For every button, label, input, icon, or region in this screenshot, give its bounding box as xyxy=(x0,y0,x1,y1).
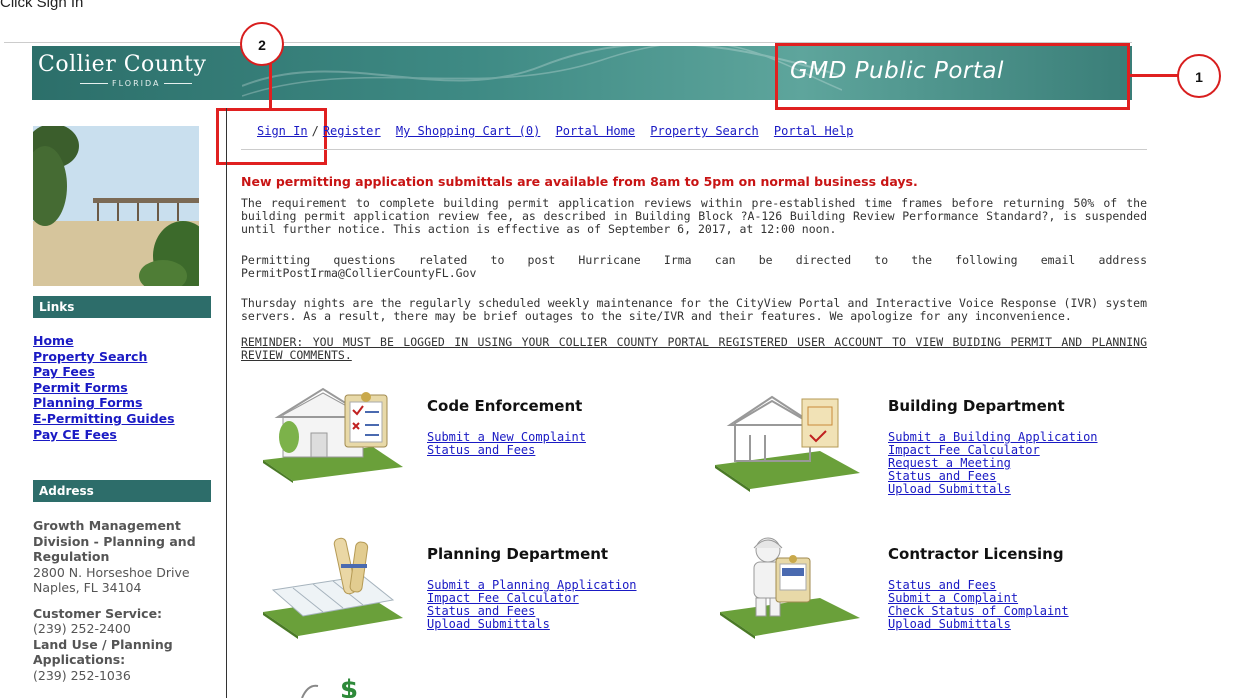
sidebar-divider xyxy=(226,108,227,698)
county-logo-subtext: FLORIDA xyxy=(76,79,196,88)
property-search-link[interactable]: Property Search xyxy=(650,124,758,138)
register-link[interactable]: Register xyxy=(323,124,381,138)
callout-2-leader xyxy=(269,62,272,108)
code-enforcement-title: Code Enforcement xyxy=(427,397,583,415)
address-block: Growth Management Division - Planning an… xyxy=(33,518,223,683)
contractor-licensing-links: Status and Fees Submit a Complaint Check… xyxy=(888,579,1069,631)
contractor-upload-submittals-link[interactable]: Upload Submittals xyxy=(888,618,1069,631)
shopping-cart-link[interactable]: My Shopping Cart (0) xyxy=(396,124,541,138)
planning-department-title: Planning Department xyxy=(427,545,609,563)
contractor-licensing-illustration xyxy=(720,537,860,639)
instruction-caption: Click Sign In xyxy=(0,0,84,11)
contractor-licensing-title: Contractor Licensing xyxy=(888,545,1064,563)
building-department-illustration xyxy=(715,395,860,492)
city-state-zip: Naples, FL 34104 xyxy=(33,580,142,595)
submittal-hours-alert: New permitting application submittals ar… xyxy=(241,174,918,189)
sidebar-link-permit-forms[interactable]: Permit Forms xyxy=(33,380,175,396)
division-name: Growth Management Division - Planning an… xyxy=(33,518,196,564)
beach-pier-photo xyxy=(33,126,199,286)
planning-department-illustration xyxy=(263,537,403,639)
land-use-phone: (239) 252-1036 xyxy=(33,667,131,683)
sidebar-link-property-search[interactable]: Property Search xyxy=(33,349,175,365)
county-logo-text[interactable]: Collier County xyxy=(38,52,206,77)
highlight-box-portal-title xyxy=(775,43,1130,110)
sidebar-link-e-permitting-guides[interactable]: E-Permitting Guides xyxy=(33,411,175,427)
callout-1-badge: 1 xyxy=(1177,54,1221,98)
callout-1-leader xyxy=(1130,74,1180,77)
top-nav: Sign In / Register My Shopping Cart (0) Po… xyxy=(257,124,861,138)
code-enforcement-links: Submit a New Complaint Status and Fees xyxy=(427,431,586,457)
payment-dollar-icon: $ xyxy=(301,678,358,698)
portal-home-link[interactable]: Portal Home xyxy=(556,124,635,138)
sidebar-link-planning-forms[interactable]: Planning Forms xyxy=(33,395,175,411)
street-address: 2800 N. Horseshoe Drive xyxy=(33,564,190,580)
reminder-login[interactable]: REMINDER: YOU MUST BE LOGGED IN USING YO… xyxy=(241,336,1147,362)
callout-2-badge: 2 xyxy=(240,22,284,66)
planning-upload-submittals-link[interactable]: Upload Submittals xyxy=(427,618,637,631)
notice-review-fee: The requirement to complete building per… xyxy=(241,196,1147,236)
notice-maintenance: Thursday nights are the regularly schedu… xyxy=(241,296,1147,323)
notice-hurricane-irma: Permitting questions related to post Hur… xyxy=(241,253,1147,280)
nav-separator: / xyxy=(311,124,319,138)
planning-department-links: Submit a Planning Application Impact Fee… xyxy=(427,579,637,631)
nav-divider xyxy=(241,149,1147,150)
code-enforcement-illustration xyxy=(263,387,403,483)
building-department-title: Building Department xyxy=(888,397,1065,415)
sidebar-link-home[interactable]: Home xyxy=(33,333,175,349)
sidebar-link-pay-ce-fees[interactable]: Pay CE Fees xyxy=(33,427,175,443)
building-department-links: Submit a Building Application Impact Fee… xyxy=(888,431,1098,496)
links-heading: Links xyxy=(33,296,211,318)
sidebar-link-pay-fees[interactable]: Pay Fees xyxy=(33,364,175,380)
building-upload-submittals-link[interactable]: Upload Submittals xyxy=(888,483,1098,496)
address-heading: Address xyxy=(33,480,211,502)
sidebar-links: Home Property Search Pay Fees Permit For… xyxy=(33,333,175,442)
banner-swirl-decoration xyxy=(242,46,842,97)
land-use-label: Land Use / Planning Applications: xyxy=(33,636,173,668)
sign-in-link[interactable]: Sign In xyxy=(257,124,308,138)
svg-text:$: $ xyxy=(340,678,358,698)
portal-help-link[interactable]: Portal Help xyxy=(774,124,853,138)
customer-service-phone: (239) 252-2400 xyxy=(33,621,131,636)
code-status-fees-link[interactable]: Status and Fees xyxy=(427,444,586,457)
customer-service-label: Customer Service: xyxy=(33,605,163,621)
